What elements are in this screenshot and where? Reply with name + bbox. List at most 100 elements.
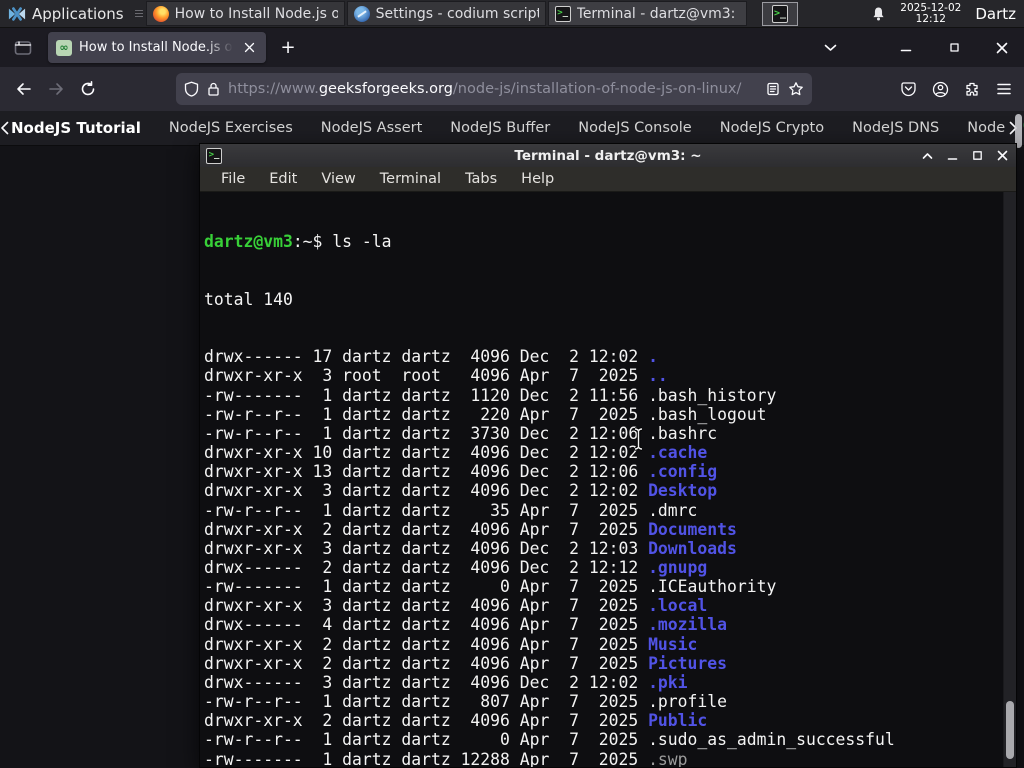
- browser-toolbar: https://www.geeksforgeeks.org/node-js/in…: [0, 67, 1024, 111]
- notification-bell-icon[interactable]: [871, 6, 886, 22]
- subnav-item-nodejs-assert[interactable]: NodeJS Assert: [321, 120, 423, 136]
- terminal-window: >_ Terminal - dartz@vm3: ~ File Edit View T…: [199, 143, 1017, 768]
- list-all-tabs-chevron-icon[interactable]: [818, 36, 842, 60]
- tab-title: How to Install Node.js on: [79, 40, 233, 55]
- bookmark-star-icon[interactable]: [788, 81, 804, 97]
- close-window-icon[interactable]: [994, 148, 1010, 164]
- menu-view[interactable]: View: [310, 169, 366, 189]
- close-window-icon[interactable]: [990, 36, 1014, 60]
- applications-label: Applications: [32, 4, 124, 23]
- subnav-item-nodejs-dns[interactable]: NodeJS DNS: [852, 120, 939, 136]
- tracking-shield-icon[interactable]: [184, 81, 199, 97]
- minimize-window-icon[interactable]: [894, 36, 918, 60]
- listing-row: -rw------- 1 dartz dartz 12288 Apr 7 202…: [204, 749, 688, 767]
- terminal-icon: >_: [772, 5, 788, 23]
- terminal-scrollbar[interactable]: [1003, 192, 1016, 767]
- terminal-window-controls: [919, 148, 1010, 164]
- listing-row: drwxr-xr-x 10 dartz dartz 4096 Dec 2 12:…: [204, 443, 708, 463]
- forward-button[interactable]: [40, 73, 72, 105]
- menu-help[interactable]: Help: [510, 169, 565, 189]
- listing-row: drwx------ 2 dartz dartz 4096 Dec 2 12:1…: [204, 557, 708, 577]
- maximize-window-icon[interactable]: [969, 148, 985, 164]
- terminal-title: Terminal - dartz@vm3: ~: [514, 147, 702, 164]
- minimize-window-icon[interactable]: [944, 148, 960, 164]
- listing-row: -rw-r--r-- 1 dartz dartz 807 Apr 7 2025 …: [204, 692, 728, 712]
- codium-icon: [353, 5, 370, 22]
- browser-tab[interactable]: ∞ How to Install Node.js on: [48, 32, 266, 63]
- subnav-item-nodejs-console[interactable]: NodeJS Console: [578, 120, 692, 136]
- clock-time: 12:12: [915, 13, 946, 25]
- subnav-scroll-left-icon[interactable]: [0, 121, 9, 135]
- file-name: .sudo_as_admin_successful: [648, 730, 895, 750]
- menu-file[interactable]: File: [210, 169, 256, 189]
- subnav-item-nodejs-buffer[interactable]: NodeJS Buffer: [450, 120, 550, 136]
- rollup-window-icon[interactable]: [919, 148, 935, 164]
- menu-tabs[interactable]: Tabs: [454, 169, 508, 189]
- window-button-firefox[interactable]: How to Install Node.js o...: [145, 1, 345, 26]
- toolbar-extension-area: [900, 67, 1024, 111]
- menu-edit[interactable]: Edit: [258, 169, 308, 189]
- listing-row: drwxr-xr-x 2 dartz dartz 4096 Apr 7 2025…: [204, 711, 708, 731]
- reload-button[interactable]: [72, 73, 104, 105]
- listing-row: drwxr-xr-x 3 root root 4096 Apr 7 2025 .…: [204, 366, 668, 386]
- window-button-label: Settings - codium script...: [375, 5, 539, 22]
- firefox-icon: [152, 5, 169, 22]
- terminal-titlebar[interactable]: >_ Terminal - dartz@vm3: ~: [200, 144, 1016, 167]
- extensions-puzzle-icon[interactable]: [964, 81, 981, 98]
- file-name: .mozilla: [648, 615, 728, 635]
- file-name: .gnupg: [648, 557, 708, 577]
- panel-clock[interactable]: 2025-12-02 12:12: [900, 2, 961, 26]
- file-name: .bash_history: [648, 385, 777, 405]
- file-name: .: [648, 347, 658, 367]
- listing-row: drwx------ 3 dartz dartz 4096 Dec 2 12:0…: [204, 672, 688, 692]
- window-button-label: How to Install Node.js o...: [174, 5, 338, 22]
- account-icon[interactable]: [932, 81, 949, 98]
- file-name: .local: [648, 596, 708, 616]
- applications-menu-button[interactable]: Applications: [0, 0, 132, 27]
- subnav-item-list: NodeJS Exercises NodeJS Assert NodeJS Buff…: [155, 120, 1019, 136]
- terminal-viewport[interactable]: dartz@vm3:~$ ls -la total 140 drwx------…: [200, 192, 1016, 767]
- file-name: .pki: [648, 672, 688, 692]
- listing-row: drwxr-xr-x 2 dartz dartz 4096 Apr 7 2025…: [204, 634, 698, 654]
- listing-row: drwxr-xr-x 3 dartz dartz 4096 Dec 2 12:0…: [204, 481, 718, 501]
- url-bar[interactable]: https://www.geeksforgeeks.org/node-js/in…: [176, 73, 812, 105]
- window-button-terminal[interactable]: >_ Terminal - dartz@vm3: ~: [547, 1, 747, 26]
- listing-row: drwx------ 4 dartz dartz 4096 Apr 7 2025…: [204, 615, 728, 635]
- listing-row: drwx------ 17 dartz dartz 4096 Dec 2 12:…: [204, 347, 658, 367]
- panel-status-area: 2025-12-02 12:12 Dartz: [871, 0, 1024, 28]
- subnav-item-active[interactable]: NodeJS Tutorial: [11, 119, 141, 137]
- tray-terminal-icon[interactable]: >_: [762, 2, 798, 26]
- file-name: .ICEauthority: [648, 577, 777, 597]
- reader-mode-icon[interactable]: [766, 82, 780, 96]
- url-text[interactable]: https://www.geeksforgeeks.org/node-js/in…: [228, 81, 758, 97]
- terminal-scrollbar-thumb[interactable]: [1006, 701, 1014, 759]
- firefox-view-button[interactable]: [8, 35, 38, 61]
- listing-row: -rw------- 1 dartz dartz 0 Apr 7 2025 .I…: [204, 577, 777, 597]
- listing-row: drwxr-xr-x 3 dartz dartz 4096 Apr 7 2025…: [204, 596, 708, 616]
- xfce-logo-icon: [8, 6, 26, 21]
- file-name: .cache: [648, 443, 708, 463]
- file-name: .bashrc: [648, 423, 718, 443]
- hamburger-menu-icon[interactable]: [996, 82, 1012, 96]
- subnav-item-nodejs-crypto[interactable]: NodeJS Crypto: [720, 120, 824, 136]
- pocket-save-icon[interactable]: [900, 81, 917, 98]
- new-tab-button[interactable]: +: [274, 34, 302, 62]
- user-menu[interactable]: Dartz: [975, 5, 1016, 23]
- subnav-item-node[interactable]: Node: [967, 120, 1005, 136]
- lock-icon[interactable]: [207, 81, 220, 97]
- file-listing: drwx------ 17 dartz dartz 4096 Dec 2 12:…: [204, 347, 895, 767]
- file-name: .config: [648, 462, 718, 482]
- maximize-window-icon[interactable]: [942, 36, 966, 60]
- window-button-codium[interactable]: Settings - codium script...: [346, 1, 546, 26]
- back-button[interactable]: [8, 73, 40, 105]
- terminal-icon: >_: [206, 147, 222, 164]
- subnav-item-nodejs-exercises[interactable]: NodeJS Exercises: [169, 120, 293, 136]
- prompt-line: dartz@vm3:~$ ls -la: [204, 232, 392, 252]
- file-name: .swp: [648, 749, 688, 767]
- listing-row: -rw------- 1 dartz dartz 1120 Dec 2 11:5…: [204, 385, 777, 405]
- geeksforgeeks-favicon: ∞: [56, 39, 72, 56]
- tab-close-icon[interactable]: [240, 39, 258, 57]
- listing-row: -rw-r--r-- 1 dartz dartz 220 Apr 7 2025 …: [204, 404, 767, 424]
- menu-terminal[interactable]: Terminal: [369, 169, 452, 189]
- file-name: Desktop: [648, 481, 718, 501]
